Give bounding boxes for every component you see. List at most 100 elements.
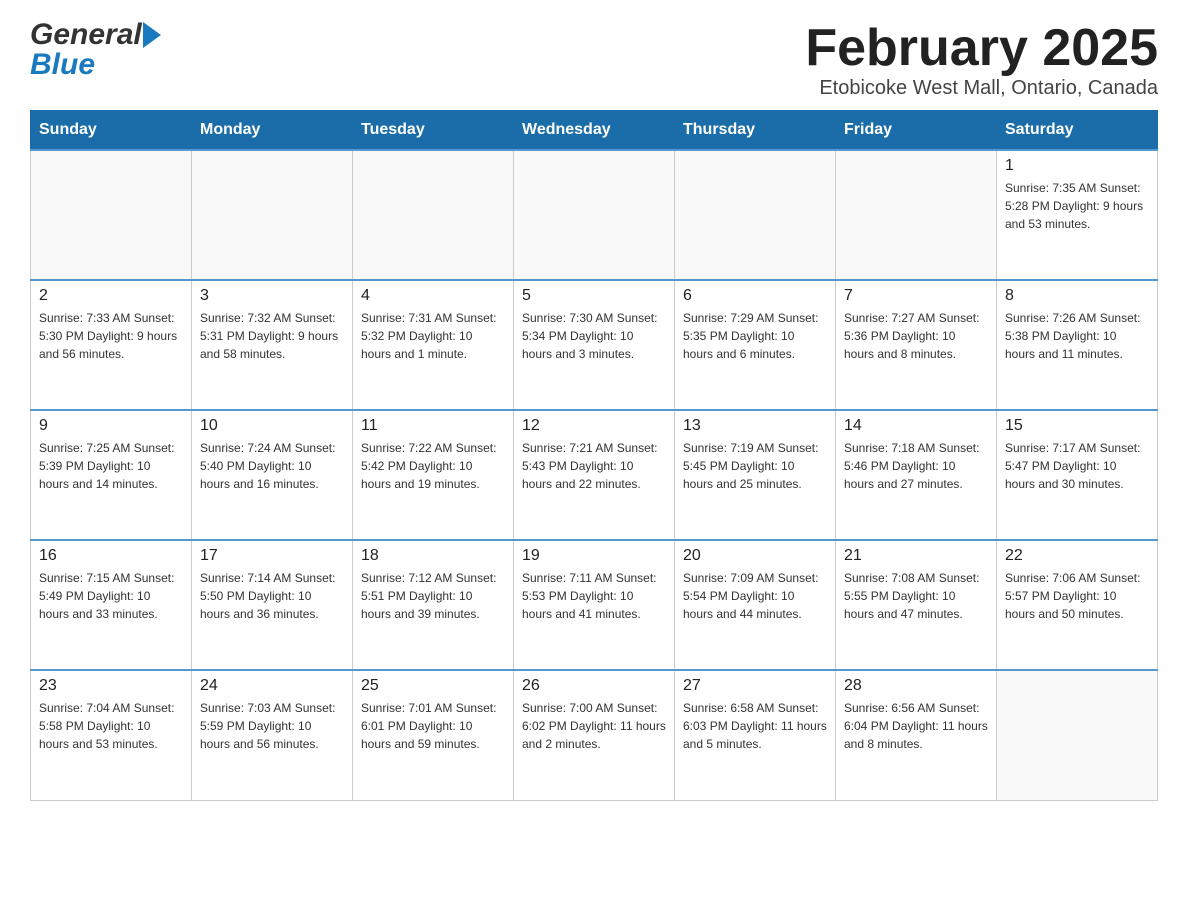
table-row [997,670,1158,800]
day-number: 1 [1005,157,1149,175]
day-info: Sunrise: 7:22 AM Sunset: 5:42 PM Dayligh… [361,439,505,493]
day-number: 16 [39,547,183,565]
table-row [675,150,836,280]
page-subtitle: Etobicoke West Mall, Ontario, Canada [805,77,1158,100]
day-info: Sunrise: 7:14 AM Sunset: 5:50 PM Dayligh… [200,569,344,623]
col-tuesday: Tuesday [353,111,514,151]
table-row: 15 Sunrise: 7:17 AM Sunset: 5:47 PM Dayli… [997,410,1158,540]
title-block: February 2025 Etobicoke West Mall, Ontar… [805,20,1158,100]
day-info: Sunrise: 7:06 AM Sunset: 5:57 PM Dayligh… [1005,569,1149,623]
table-row: 7 Sunrise: 7:27 AM Sunset: 5:36 PM Daylig… [836,280,997,410]
day-info: Sunrise: 7:26 AM Sunset: 5:38 PM Dayligh… [1005,309,1149,363]
day-number: 9 [39,417,183,435]
table-row: 14 Sunrise: 7:18 AM Sunset: 5:46 PM Dayli… [836,410,997,540]
table-row: 25 Sunrise: 7:01 AM Sunset: 6:01 PM Dayli… [353,670,514,800]
logo-blue-text: Blue [30,50,95,80]
week-row: 23 Sunrise: 7:04 AM Sunset: 5:58 PM Dayli… [31,670,1158,800]
table-row: 1 Sunrise: 7:35 AM Sunset: 5:28 PM Daylig… [997,150,1158,280]
table-row: 10Sunrise: 7:24 AM Sunset: 5:40 PM Dayli… [192,410,353,540]
table-row: 16Sunrise: 7:15 AM Sunset: 5:49 PM Dayli… [31,540,192,670]
day-number: 15 [1005,417,1149,435]
table-row: 9 Sunrise: 7:25 AM Sunset: 5:39 PM Daylig… [31,410,192,540]
day-number: 6 [683,287,827,305]
col-thursday: Thursday [675,111,836,151]
day-info: Sunrise: 7:19 AM Sunset: 5:45 PM Dayligh… [683,439,827,493]
day-number: 20 [683,547,827,565]
day-info: Sunrise: 7:03 AM Sunset: 5:59 PM Dayligh… [200,699,344,753]
col-friday: Friday [836,111,997,151]
logo: General Blue [30,20,161,80]
day-info: Sunrise: 7:30 AM Sunset: 5:34 PM Dayligh… [522,309,666,363]
day-number: 8 [1005,287,1149,305]
table-row: 20 Sunrise: 7:09 AM Sunset: 5:54 PM Dayli… [675,540,836,670]
day-number: 14 [844,417,988,435]
week-row: 1 Sunrise: 7:35 AM Sunset: 5:28 PM Daylig… [31,150,1158,280]
day-info: Sunrise: 7:18 AM Sunset: 5:46 PM Dayligh… [844,439,988,493]
day-info: Sunrise: 6:58 AM Sunset: 6:03 PM Dayligh… [683,699,827,753]
day-info: Sunrise: 7:12 AM Sunset: 5:51 PM Dayligh… [361,569,505,623]
col-sunday: Sunday [31,111,192,151]
day-info: Sunrise: 7:09 AM Sunset: 5:54 PM Dayligh… [683,569,827,623]
table-row: 5 Sunrise: 7:30 AM Sunset: 5:34 PM Daylig… [514,280,675,410]
day-number: 21 [844,547,988,565]
col-monday: Monday [192,111,353,151]
day-number: 26 [522,677,666,695]
day-number: 12 [522,417,666,435]
table-row: 21 Sunrise: 7:08 AM Sunset: 5:55 PM Dayli… [836,540,997,670]
day-number: 24 [200,677,344,695]
week-row: 2 Sunrise: 7:33 AM Sunset: 5:30 PM Daylig… [31,280,1158,410]
day-number: 2 [39,287,183,305]
logo-general-text: General [30,20,142,50]
table-row: 26 Sunrise: 7:00 AM Sunset: 6:02 PM Dayli… [514,670,675,800]
table-row [836,150,997,280]
table-row: 27Sunrise: 6:58 AM Sunset: 6:03 PM Dayli… [675,670,836,800]
day-info: Sunrise: 7:21 AM Sunset: 5:43 PM Dayligh… [522,439,666,493]
page-header: General Blue February 2025 Etobicoke Wes… [30,20,1158,100]
day-number: 28 [844,677,988,695]
table-row: 17 Sunrise: 7:14 AM Sunset: 5:50 PM Dayli… [192,540,353,670]
day-info: Sunrise: 7:33 AM Sunset: 5:30 PM Dayligh… [39,309,183,363]
table-row: 6 Sunrise: 7:29 AM Sunset: 5:35 PM Daylig… [675,280,836,410]
table-row [353,150,514,280]
page-title: February 2025 [805,20,1158,77]
day-number: 4 [361,287,505,305]
table-row: 19Sunrise: 7:11 AM Sunset: 5:53 PM Dayli… [514,540,675,670]
day-info: Sunrise: 7:29 AM Sunset: 5:35 PM Dayligh… [683,309,827,363]
day-info: Sunrise: 7:35 AM Sunset: 5:28 PM Dayligh… [1005,179,1149,233]
day-info: Sunrise: 7:31 AM Sunset: 5:32 PM Dayligh… [361,309,505,363]
day-number: 5 [522,287,666,305]
table-row [514,150,675,280]
day-number: 23 [39,677,183,695]
day-info: Sunrise: 7:32 AM Sunset: 5:31 PM Dayligh… [200,309,344,363]
table-row: 18 Sunrise: 7:12 AM Sunset: 5:51 PM Dayli… [353,540,514,670]
table-row: 24 Sunrise: 7:03 AM Sunset: 5:59 PM Dayli… [192,670,353,800]
col-saturday: Saturday [997,111,1158,151]
day-info: Sunrise: 7:00 AM Sunset: 6:02 PM Dayligh… [522,699,666,753]
col-wednesday: Wednesday [514,111,675,151]
table-row: 28 Sunrise: 6:56 AM Sunset: 6:04 PM Dayli… [836,670,997,800]
week-row: 9 Sunrise: 7:25 AM Sunset: 5:39 PM Daylig… [31,410,1158,540]
table-row [31,150,192,280]
day-number: 3 [200,287,344,305]
day-number: 13 [683,417,827,435]
day-info: Sunrise: 7:27 AM Sunset: 5:36 PM Dayligh… [844,309,988,363]
day-number: 19 [522,547,666,565]
day-number: 25 [361,677,505,695]
day-info: Sunrise: 7:01 AM Sunset: 6:01 PM Dayligh… [361,699,505,753]
day-info: Sunrise: 7:04 AM Sunset: 5:58 PM Dayligh… [39,699,183,753]
day-info: Sunrise: 7:08 AM Sunset: 5:55 PM Dayligh… [844,569,988,623]
table-row: 11 Sunrise: 7:22 AM Sunset: 5:42 PM Dayli… [353,410,514,540]
day-number: 11 [361,417,505,435]
day-number: 18 [361,547,505,565]
table-row: 2 Sunrise: 7:33 AM Sunset: 5:30 PM Daylig… [31,280,192,410]
day-number: 17 [200,547,344,565]
day-info: Sunrise: 6:56 AM Sunset: 6:04 PM Dayligh… [844,699,988,753]
table-row: 22Sunrise: 7:06 AM Sunset: 5:57 PM Dayli… [997,540,1158,670]
calendar-table: Sunday Monday Tuesday Wednesday Thursday… [30,110,1158,801]
day-info: Sunrise: 7:25 AM Sunset: 5:39 PM Dayligh… [39,439,183,493]
calendar-header-row: Sunday Monday Tuesday Wednesday Thursday… [31,111,1158,151]
day-info: Sunrise: 7:17 AM Sunset: 5:47 PM Dayligh… [1005,439,1149,493]
table-row: 12 Sunrise: 7:21 AM Sunset: 5:43 PM Dayli… [514,410,675,540]
day-number: 7 [844,287,988,305]
table-row: 4 Sunrise: 7:31 AM Sunset: 5:32 PM Daylig… [353,280,514,410]
